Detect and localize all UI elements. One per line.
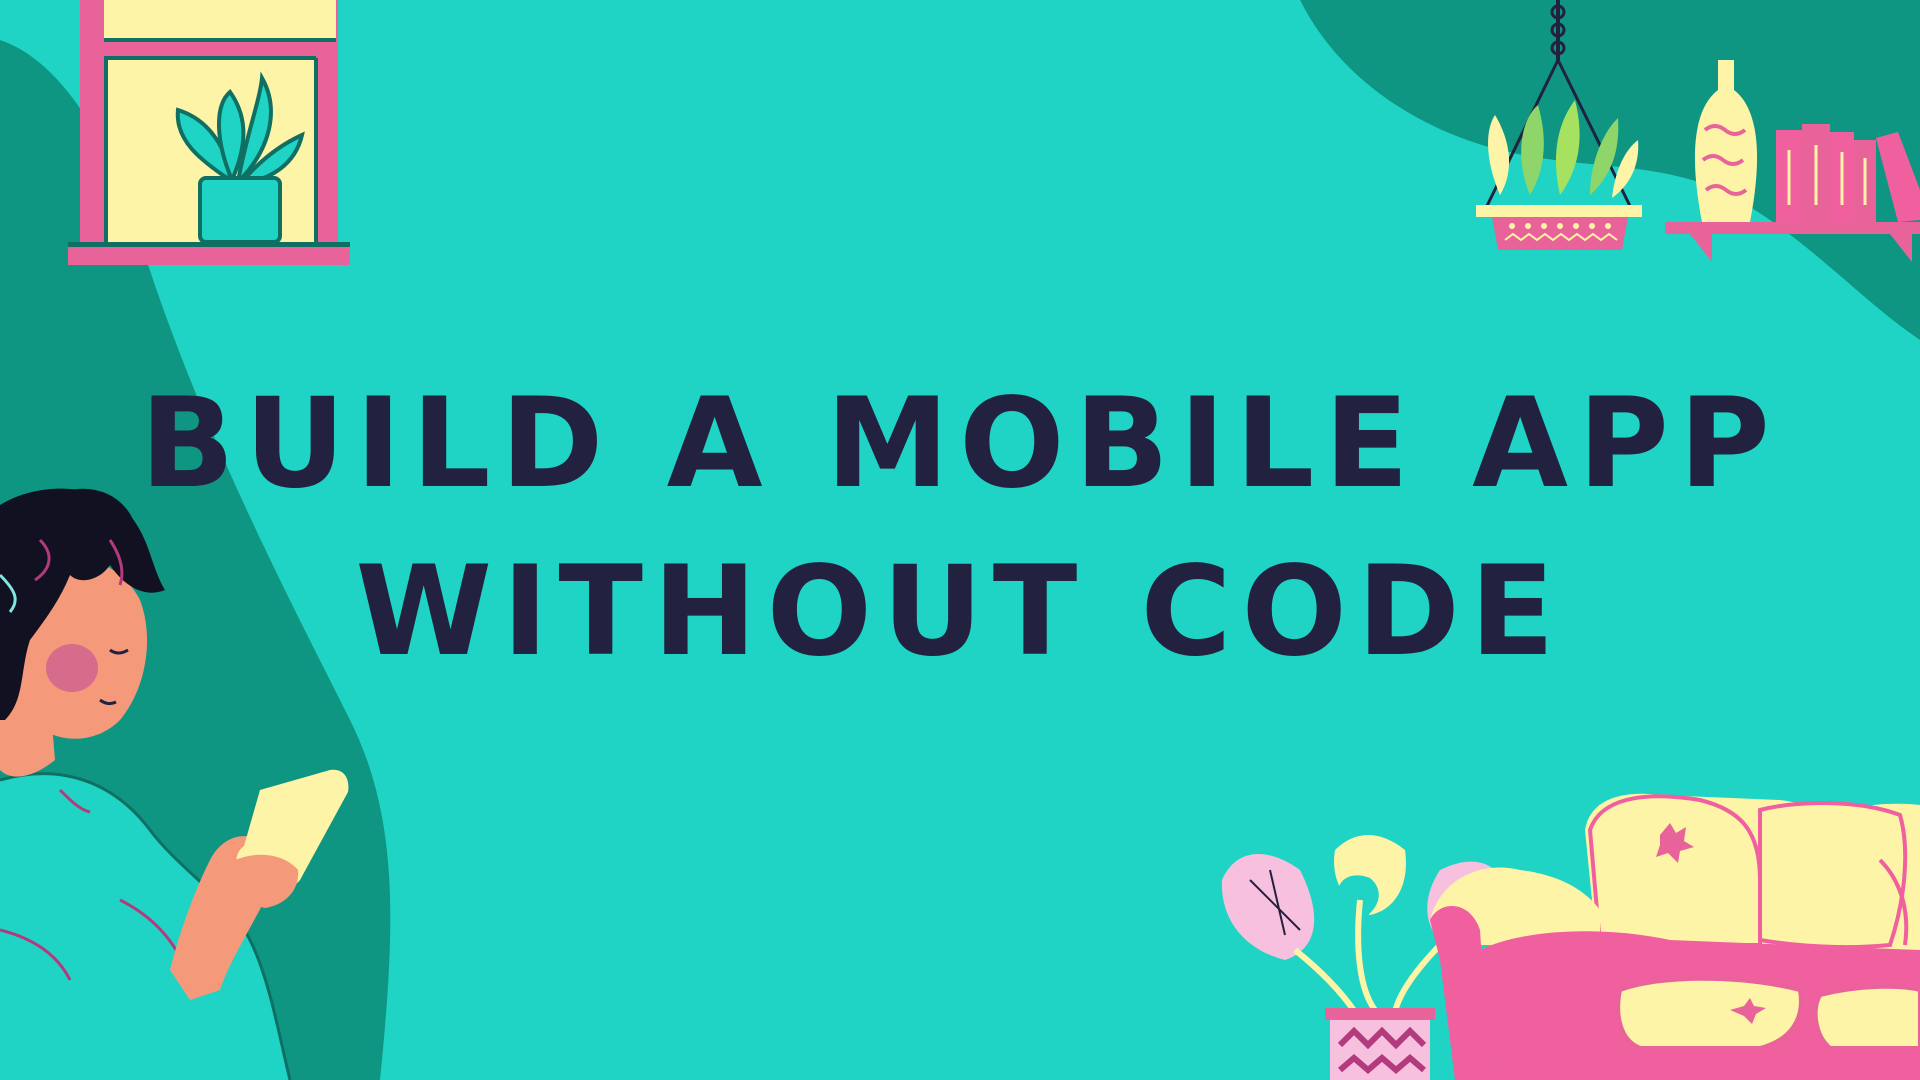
headline-line-1: BUILD A MOBILE APP (140, 372, 1780, 516)
pink-sofa-icon (1430, 793, 1920, 1080)
window-plant-icon (68, 0, 350, 265)
headline: BUILD A MOBILE APP WITHOUT CODE (0, 360, 1920, 696)
headline-line-2: WITHOUT CODE (355, 540, 1565, 684)
